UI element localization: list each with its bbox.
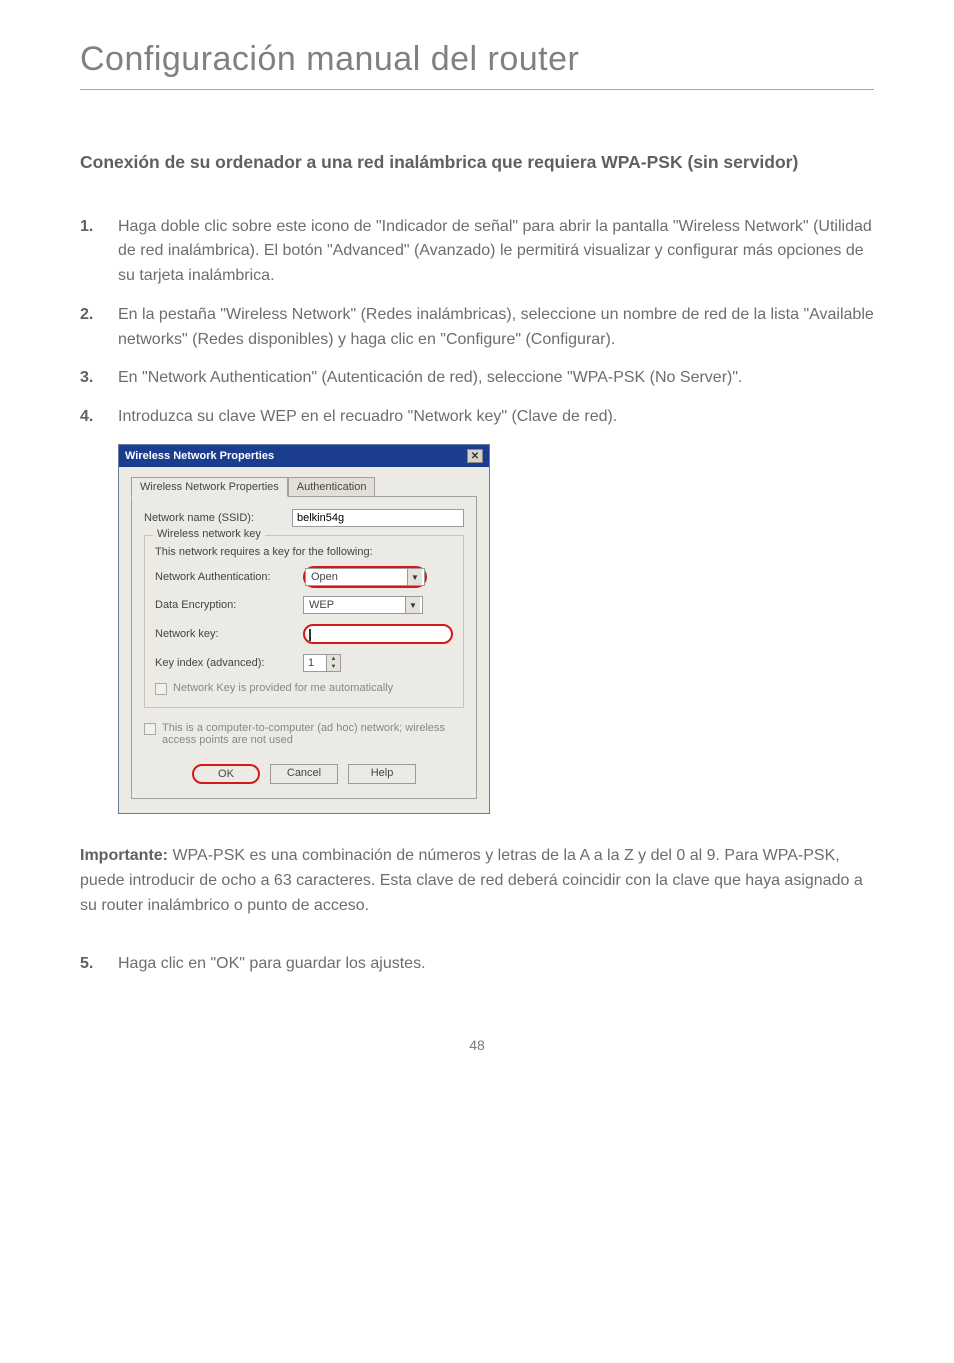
list-item: 3. En "Network Authentication" (Autentic… <box>80 366 874 391</box>
encryption-value: WEP <box>309 599 334 611</box>
list-item: 2. En la pestaña "Wireless Network" (Red… <box>80 303 874 353</box>
group-title: Wireless network key <box>153 528 265 540</box>
close-icon[interactable]: ✕ <box>467 449 483 463</box>
chevron-down-icon: ▼ <box>405 597 420 613</box>
adhoc-row: This is a computer-to-computer (ad hoc) … <box>144 722 464 746</box>
list-item: 1. Haga doble clic sobre este icono de "… <box>80 215 874 289</box>
step-number: 1. <box>80 215 118 289</box>
page-title: Configuración manual del router <box>80 40 874 90</box>
step-number: 5. <box>80 952 118 977</box>
dialog-title: Wireless Network Properties <box>125 450 274 462</box>
cancel-button[interactable]: Cancel <box>270 764 338 784</box>
tab-wireless-properties[interactable]: Wireless Network Properties <box>131 477 288 497</box>
important-label: Importante: <box>80 847 168 864</box>
tab-panel: Network name (SSID): Wireless network ke… <box>131 496 477 799</box>
page-number: 48 <box>80 1037 874 1053</box>
key-index-value: 1 <box>308 657 314 669</box>
step-text: Introduzca su clave WEP en el recuadro "… <box>118 405 874 430</box>
group-subtext: This network requires a key for the foll… <box>155 546 453 558</box>
step-text: Haga doble clic sobre este icono de "Ind… <box>118 215 874 289</box>
step-text: Haga clic en "OK" para guardar los ajust… <box>118 952 874 977</box>
dialog-screenshot: Wireless Network Properties ✕ Wireless N… <box>118 444 874 814</box>
important-paragraph: Importante: WPA-PSK es una combinación d… <box>80 844 874 918</box>
key-index-label: Key index (advanced): <box>155 657 297 669</box>
step-text: En la pestaña "Wireless Network" (Redes … <box>118 303 874 353</box>
important-text: WPA-PSK es una combinación de números y … <box>80 847 863 914</box>
network-name-row: Network name (SSID): <box>144 509 464 527</box>
spinner-arrows[interactable]: ▲▼ <box>326 655 340 671</box>
key-index-spinner[interactable]: 1 ▲▼ <box>303 654 341 672</box>
adhoc-checkbox[interactable] <box>144 723 156 735</box>
step-number: 2. <box>80 303 118 353</box>
steps-list-continued: 5. Haga clic en "OK" para guardar los aj… <box>80 952 874 977</box>
network-key-row: Network key: <box>155 624 453 644</box>
list-item: 4. Introduzca su clave WEP en el recuadr… <box>80 405 874 430</box>
network-name-input[interactable] <box>292 509 464 527</box>
dialog-tabs: Wireless Network Properties Authenticati… <box>131 477 477 497</box>
auth-select[interactable]: Open ▼ <box>305 568 425 586</box>
encryption-select[interactable]: WEP ▼ <box>303 596 423 614</box>
wireless-key-group: Wireless network key This network requir… <box>144 535 464 708</box>
help-button[interactable]: Help <box>348 764 416 784</box>
encryption-label: Data Encryption: <box>155 599 297 611</box>
key-index-row: Key index (advanced): 1 ▲▼ <box>155 654 453 672</box>
tab-authentication[interactable]: Authentication <box>288 477 376 497</box>
network-name-label: Network name (SSID): <box>144 512 286 524</box>
step-number: 4. <box>80 405 118 430</box>
auth-label: Network Authentication: <box>155 571 297 583</box>
chevron-down-icon: ▼ <box>407 569 422 585</box>
adhoc-label: This is a computer-to-computer (ad hoc) … <box>162 722 464 746</box>
section-heading: Conexión de su ordenador a una red inalá… <box>80 150 874 175</box>
auth-value: Open <box>311 571 338 583</box>
network-key-input[interactable] <box>303 624 453 644</box>
auto-key-label: Network Key is provided for me automatic… <box>173 682 393 694</box>
auto-key-checkbox[interactable] <box>155 683 167 695</box>
step-text: En "Network Authentication" (Autenticaci… <box>118 366 874 391</box>
auth-row: Network Authentication: Open ▼ <box>155 566 453 588</box>
ok-button[interactable]: OK <box>192 764 260 784</box>
list-item: 5. Haga clic en "OK" para guardar los aj… <box>80 952 874 977</box>
dialog-button-row: OK Cancel Help <box>144 764 464 784</box>
dialog-body: Wireless Network Properties Authenticati… <box>119 467 489 813</box>
network-key-label: Network key: <box>155 628 297 640</box>
steps-list: 1. Haga doble clic sobre este icono de "… <box>80 215 874 431</box>
highlight-oval: Open ▼ <box>303 566 427 588</box>
step-number: 3. <box>80 366 118 391</box>
auto-key-row: Network Key is provided for me automatic… <box>155 682 453 695</box>
wireless-properties-dialog: Wireless Network Properties ✕ Wireless N… <box>118 444 490 814</box>
dialog-titlebar: Wireless Network Properties ✕ <box>119 445 489 467</box>
encryption-row: Data Encryption: WEP ▼ <box>155 596 453 614</box>
